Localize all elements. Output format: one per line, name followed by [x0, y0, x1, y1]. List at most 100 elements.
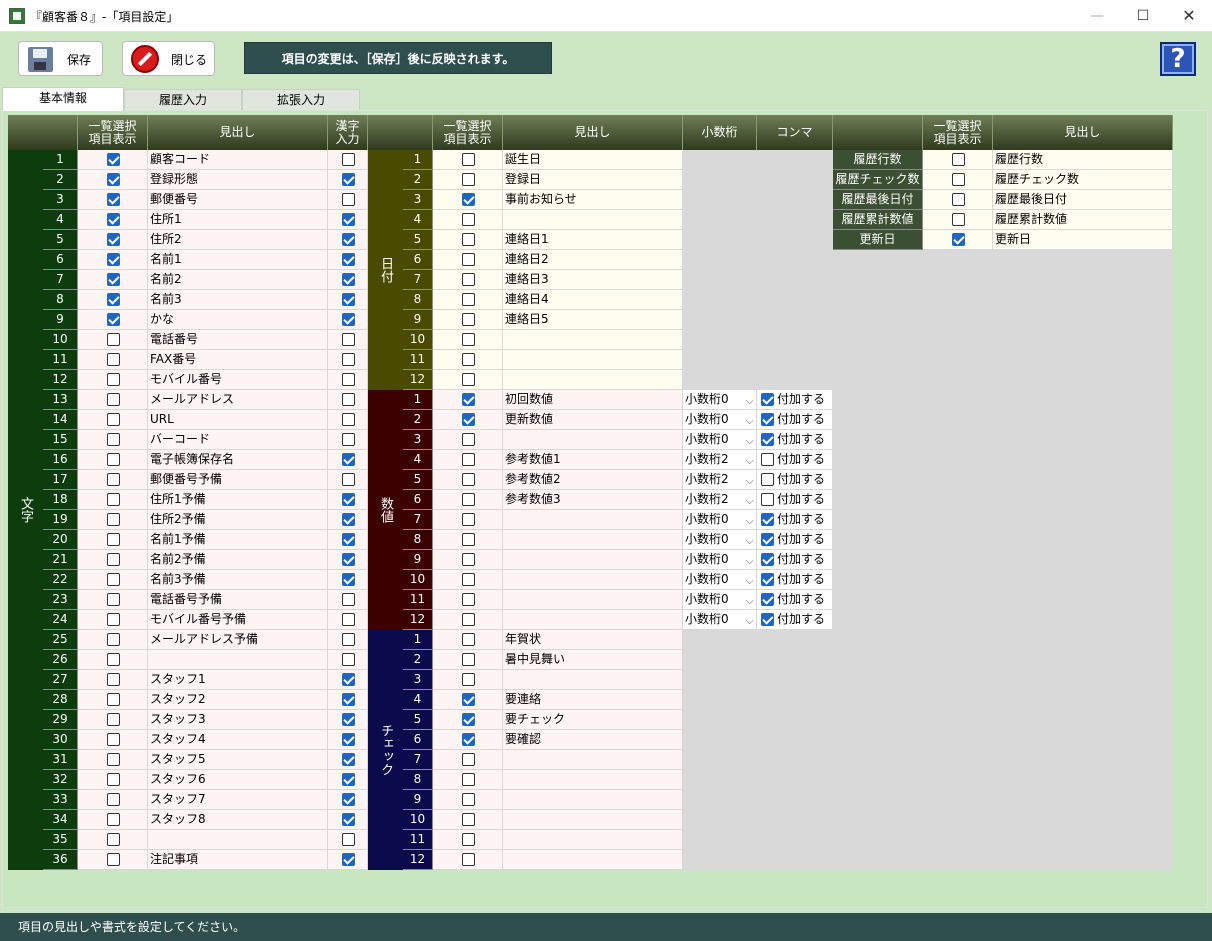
heading-input[interactable]	[503, 670, 683, 690]
decimal-select[interactable]: 小数桁2 ⌵	[683, 470, 757, 490]
heading-input[interactable]: 連絡日4	[503, 290, 683, 310]
decimal-select[interactable]: 小数桁0 ⌵	[683, 510, 757, 530]
list-display-checkbox[interactable]	[461, 653, 475, 666]
list-display-checkbox[interactable]	[461, 433, 475, 446]
list-display-checkbox[interactable]	[951, 233, 965, 246]
heading-input[interactable]	[503, 550, 683, 570]
list-display-checkbox[interactable]	[461, 593, 475, 606]
heading-input[interactable]	[503, 330, 683, 350]
heading-input[interactable]: 参考数値2	[503, 470, 683, 490]
comma-checkbox[interactable]	[761, 593, 774, 606]
decimal-select[interactable]: 小数桁0 ⌵	[683, 570, 757, 590]
list-display-checkbox[interactable]	[461, 293, 475, 306]
heading-input[interactable]	[503, 810, 683, 830]
heading-input[interactable]: 要確認	[503, 730, 683, 750]
heading-input[interactable]: 参考数値3	[503, 490, 683, 510]
heading-input[interactable]	[503, 590, 683, 610]
decimal-select[interactable]: 小数桁0 ⌵	[683, 550, 757, 570]
heading-input[interactable]: 連絡日5	[503, 310, 683, 330]
list-display-checkbox[interactable]	[461, 333, 475, 346]
list-display-checkbox[interactable]	[461, 513, 475, 526]
heading-input[interactable]	[503, 370, 683, 390]
minimize-button[interactable]: —	[1074, 0, 1120, 32]
heading-input[interactable]	[503, 750, 683, 770]
heading-input[interactable]	[503, 790, 683, 810]
comma-checkbox[interactable]	[761, 613, 774, 626]
decimal-select[interactable]: 小数桁0 ⌵	[683, 590, 757, 610]
maximize-button[interactable]: ☐	[1120, 0, 1166, 32]
heading-input[interactable]: 履歴行数	[993, 150, 1173, 170]
list-display-checkbox[interactable]	[461, 473, 475, 486]
heading-input[interactable]	[503, 510, 683, 530]
heading-input[interactable]: 連絡日3	[503, 270, 683, 290]
close-window-button[interactable]: ✕	[1166, 0, 1212, 32]
list-display-checkbox[interactable]	[461, 573, 475, 586]
list-display-checkbox[interactable]	[461, 353, 475, 366]
decimal-select[interactable]: 小数桁0 ⌵	[683, 430, 757, 450]
comma-checkbox[interactable]	[761, 393, 774, 406]
list-display-checkbox[interactable]	[461, 533, 475, 546]
list-display-checkbox[interactable]	[461, 413, 475, 426]
list-display-checkbox[interactable]	[461, 313, 475, 326]
list-display-checkbox[interactable]	[461, 753, 475, 766]
heading-input[interactable]: 履歴累計数値	[993, 210, 1173, 230]
comma-checkbox[interactable]	[761, 553, 774, 566]
tab-history-input[interactable]: 履歴入力	[124, 89, 242, 110]
heading-input[interactable]: 連絡日2	[503, 250, 683, 270]
tab-basic-info[interactable]: 基本情報	[2, 87, 124, 111]
comma-checkbox[interactable]	[761, 413, 774, 426]
save-button[interactable]: 保存	[18, 41, 103, 76]
decimal-select[interactable]: 小数桁0 ⌵	[683, 410, 757, 430]
heading-input[interactable]: 要チェック	[503, 710, 683, 730]
list-display-checkbox[interactable]	[461, 793, 475, 806]
list-display-checkbox[interactable]	[951, 213, 965, 226]
heading-input[interactable]	[503, 830, 683, 850]
heading-input[interactable]	[503, 850, 683, 870]
list-display-checkbox[interactable]	[461, 453, 475, 466]
list-display-checkbox[interactable]	[461, 493, 475, 506]
comma-checkbox[interactable]	[761, 493, 774, 506]
list-display-checkbox[interactable]	[461, 853, 475, 866]
list-display-checkbox[interactable]	[461, 693, 475, 706]
decimal-select[interactable]: 小数桁2 ⌵	[683, 490, 757, 510]
heading-input[interactable]: 更新日	[993, 230, 1173, 250]
decimal-select[interactable]: 小数桁0 ⌵	[683, 390, 757, 410]
comma-checkbox[interactable]	[761, 453, 774, 466]
heading-input[interactable]	[503, 610, 683, 630]
comma-checkbox[interactable]	[761, 513, 774, 526]
list-display-checkbox[interactable]	[951, 193, 965, 206]
heading-input[interactable]	[503, 530, 683, 550]
list-display-checkbox[interactable]	[461, 713, 475, 726]
heading-input[interactable]: 初回数値	[503, 390, 683, 410]
heading-input[interactable]	[503, 570, 683, 590]
comma-checkbox[interactable]	[761, 573, 774, 586]
heading-input[interactable]	[503, 770, 683, 790]
list-display-checkbox[interactable]	[461, 633, 475, 646]
decimal-select[interactable]: 小数桁2 ⌵	[683, 450, 757, 470]
list-display-checkbox[interactable]	[461, 813, 475, 826]
comma-checkbox[interactable]	[761, 433, 774, 446]
comma-checkbox[interactable]	[761, 473, 774, 486]
list-display-checkbox[interactable]	[461, 273, 475, 286]
heading-input[interactable]: 履歴最後日付	[993, 190, 1173, 210]
list-display-checkbox[interactable]	[951, 153, 965, 166]
list-display-checkbox[interactable]	[461, 253, 475, 266]
list-display-checkbox[interactable]	[461, 833, 475, 846]
heading-input[interactable]: 履歴チェック数	[993, 170, 1173, 190]
heading-input[interactable]: 更新数値	[503, 410, 683, 430]
list-display-checkbox[interactable]	[461, 733, 475, 746]
tab-extended-input[interactable]: 拡張入力	[242, 89, 360, 110]
heading-input[interactable]	[503, 430, 683, 450]
list-display-checkbox[interactable]	[461, 773, 475, 786]
list-display-checkbox[interactable]	[461, 673, 475, 686]
list-display-checkbox[interactable]	[461, 553, 475, 566]
list-display-checkbox[interactable]	[951, 173, 965, 186]
heading-input[interactable]: 年賀状	[503, 630, 683, 650]
list-display-checkbox[interactable]	[461, 613, 475, 626]
heading-input[interactable]: 参考数値1	[503, 450, 683, 470]
close-button[interactable]: 閉じる	[122, 41, 215, 76]
comma-checkbox[interactable]	[761, 533, 774, 546]
heading-input[interactable]: 暑中見舞い	[503, 650, 683, 670]
list-display-checkbox[interactable]	[461, 393, 475, 406]
help-button[interactable]: ?	[1160, 42, 1196, 76]
